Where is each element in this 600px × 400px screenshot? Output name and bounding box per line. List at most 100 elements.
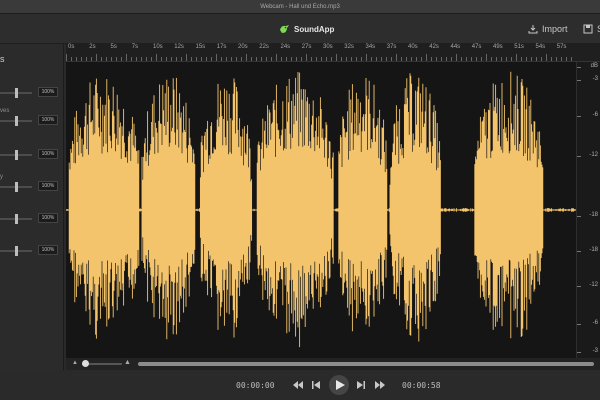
brand-name: SoundApp (294, 24, 335, 34)
db-tick-label: -18 (577, 212, 600, 218)
ruler-minor-tick (216, 54, 217, 61)
ruler-minor-tick (221, 57, 222, 61)
effect-value[interactable]: 100% (38, 213, 58, 223)
ruler-minor-tick (181, 57, 182, 61)
effect-row: 100% (0, 238, 63, 258)
ruler-minor-tick (456, 54, 457, 61)
current-time: 00:00:00 (236, 381, 275, 390)
effect-row: 100% (0, 206, 63, 226)
ruler-minor-tick (441, 57, 442, 61)
slider-thumb[interactable] (15, 88, 18, 98)
effect-value[interactable]: 100% (38, 115, 58, 125)
effect-value[interactable]: 100% (38, 181, 58, 191)
ruler-minor-tick (321, 57, 322, 61)
rewind-icon[interactable] (292, 379, 304, 391)
ruler-minor-tick (126, 54, 127, 61)
ruler-minor-tick (466, 57, 467, 61)
play-button[interactable] (329, 375, 349, 395)
ruler-tick-label: 49s (493, 44, 503, 50)
ruler-minor-tick (461, 57, 462, 61)
slider-thumb[interactable] (15, 116, 18, 126)
zoom-slider-thumb[interactable] (82, 360, 89, 367)
ruler-tick-label: 57s (556, 44, 567, 50)
slider-thumb[interactable] (15, 214, 18, 224)
waveform-editor[interactable]: 0s 2s 5s 7s 10s 12s 15s 17s 20s 22s 24s 27s 30s 32s 34… (66, 44, 600, 358)
ruler-minor-tick (551, 57, 552, 61)
effect-label: y (0, 174, 3, 180)
ruler-minor-tick (291, 57, 292, 61)
ruler-minor-tick (131, 57, 132, 61)
effect-slider[interactable] (0, 182, 32, 192)
ruler-tick-label: 27s (301, 44, 312, 50)
ruler-minor-tick (311, 57, 312, 61)
horizontal-scrollbar[interactable] (138, 362, 594, 366)
transport-bar: 00:00:00 00:00:58 (0, 370, 600, 400)
ruler-minor-tick (306, 54, 307, 61)
effect-value[interactable]: 100% (38, 245, 58, 255)
download-icon (528, 25, 538, 34)
ruler-minor-tick (116, 57, 117, 61)
ruler-minor-tick (366, 54, 367, 61)
ruler-tick-label: 37s (386, 44, 397, 50)
zoom-out-icon[interactable]: ▲ (72, 360, 78, 366)
ruler-minor-tick (296, 57, 297, 61)
ruler-minor-tick (391, 57, 392, 61)
ruler-minor-tick (451, 57, 452, 61)
effect-slider[interactable] (0, 150, 32, 160)
db-unit-label: dB (577, 63, 600, 69)
effect-row: 100% (0, 80, 63, 100)
ruler-minor-tick (371, 57, 372, 61)
skip-back-icon[interactable] (310, 379, 322, 391)
effect-slider[interactable] (0, 246, 32, 256)
bird-logo-icon (280, 25, 289, 33)
effect-value[interactable]: 100% (38, 149, 58, 159)
ruler-minor-tick (141, 57, 142, 61)
ruler-minor-tick (271, 57, 272, 61)
slider-thumb[interactable] (15, 182, 18, 192)
ruler-minor-tick (401, 57, 402, 61)
ruler-minor-tick (526, 57, 527, 61)
window-titlebar: Webcam - Hall und Echo.mp3 (0, 0, 600, 14)
ruler-minor-tick (106, 57, 107, 61)
ruler-minor-tick (301, 57, 302, 61)
ruler-minor-tick (71, 57, 72, 61)
zoom-in-icon[interactable]: ▲ (124, 359, 131, 366)
ruler-minor-tick (496, 57, 497, 61)
ruler-minor-tick (91, 57, 92, 61)
ruler-minor-tick (421, 57, 422, 61)
ruler-minor-tick (211, 57, 212, 61)
effect-value[interactable]: 100% (38, 87, 58, 97)
ruler-tick-label: 34s (365, 44, 376, 50)
ruler-minor-tick (286, 57, 287, 61)
ruler-minor-tick (226, 57, 227, 61)
ruler-minor-tick (81, 57, 82, 61)
ruler-minor-tick (541, 57, 542, 61)
fast-forward-icon[interactable] (374, 379, 386, 391)
ruler-minor-tick (201, 57, 202, 61)
ruler-minor-tick (281, 57, 282, 61)
ruler-minor-tick (326, 57, 327, 61)
effect-slider[interactable] (0, 214, 32, 224)
skip-forward-icon[interactable] (355, 379, 367, 391)
effect-slider[interactable] (0, 88, 32, 98)
slider-thumb[interactable] (15, 150, 18, 160)
waveform[interactable] (66, 62, 576, 358)
ruler-minor-tick (241, 57, 242, 61)
ruler-minor-tick (101, 57, 102, 61)
ruler-minor-tick (536, 57, 537, 61)
save-button[interactable]: S (583, 22, 600, 36)
effect-slider[interactable] (0, 116, 32, 126)
ruler-tick-label: 47s (471, 44, 482, 50)
import-button[interactable]: Import (528, 22, 568, 36)
ruler-tick-label: 32s (344, 44, 354, 50)
scroll-zoom-bar: ▲ ▲ (66, 358, 600, 370)
ruler-minor-tick (416, 57, 417, 61)
ruler-minor-tick (471, 57, 472, 61)
ruler-tick-label: 15s (195, 44, 206, 50)
ruler-tick-label: 12s (174, 44, 184, 50)
slider-thumb[interactable] (15, 246, 18, 256)
ruler-minor-tick (231, 57, 232, 61)
time-ruler[interactable]: 0s 2s 5s 7s 10s 12s 15s 17s 20s 22s 24s 27s 30s 32s 34… (66, 44, 600, 62)
ruler-minor-tick (176, 57, 177, 61)
brand[interactable]: SoundApp (278, 21, 334, 37)
